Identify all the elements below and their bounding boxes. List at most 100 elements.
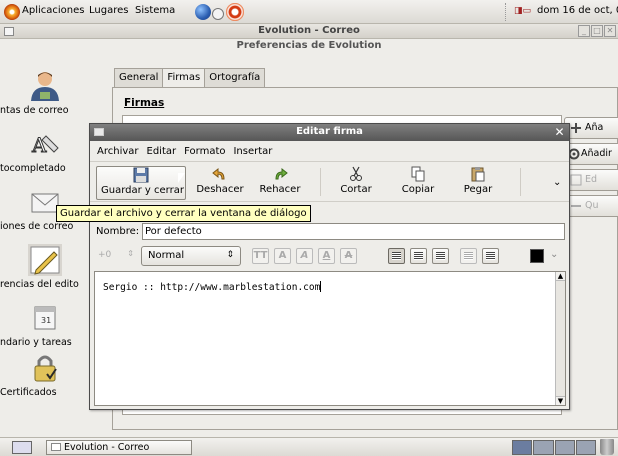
mail-accounts-icon xyxy=(31,72,59,101)
undo-label: Deshacer xyxy=(196,184,244,195)
sidebar-item-autocomplete[interactable]: A tocompletado xyxy=(0,128,90,175)
svg-text:31: 31 xyxy=(41,316,51,325)
save-close-button[interactable]: Guardar y cerrar xyxy=(96,166,186,200)
menu-system[interactable]: Sistema xyxy=(135,5,175,16)
tab-general[interactable]: General xyxy=(114,68,164,88)
paragraph-style-select[interactable]: Normal ⇕ xyxy=(141,246,241,266)
web-browser-icon[interactable] xyxy=(195,4,211,20)
show-desktop-icon[interactable] xyxy=(12,441,32,454)
calendar-icon: 31 xyxy=(34,306,56,330)
teletype-icon[interactable]: TT xyxy=(252,248,269,264)
font-size-spinner[interactable]: +0 ⇕ xyxy=(96,247,136,265)
dialog-toolbar: Guardar y cerrar Deshacer Rehacer Cortar… xyxy=(90,161,569,202)
sidebar-item-calendar[interactable]: 31 ndario y tareas xyxy=(0,302,90,348)
signatures-heading: Firmas xyxy=(124,97,164,109)
signature-name-input[interactable] xyxy=(142,223,565,240)
signature-editor[interactable]: Sergio :: http://www.marblestation.com ▲… xyxy=(94,271,566,406)
taskbar-label: Evolution - Correo xyxy=(64,442,150,453)
editor-scrollbar[interactable]: ▲ ▼ xyxy=(555,272,565,405)
paste-label: Pegar xyxy=(463,184,493,195)
italic-icon[interactable]: A xyxy=(296,248,313,264)
edit-signature-button[interactable]: Ed xyxy=(564,169,618,191)
paste-icon xyxy=(471,167,485,182)
indent-icon[interactable] xyxy=(482,248,499,264)
sidebar-item-label: rencias del edito xyxy=(0,279,79,290)
undo-icon xyxy=(212,167,225,180)
align-center-icon[interactable] xyxy=(410,248,427,264)
copy-button[interactable]: Copiar xyxy=(398,166,438,200)
add-script-button[interactable]: Añadir xyxy=(564,143,618,165)
menu-file[interactable]: Archivar xyxy=(97,144,139,160)
add-icon xyxy=(571,123,581,133)
font-size-value: +0 xyxy=(98,250,112,260)
menu-places[interactable]: Lugares xyxy=(89,5,128,16)
cut-button[interactable]: Cortar xyxy=(336,166,376,200)
spin-icon: ⇕ xyxy=(226,250,234,260)
autocomplete-icon: A xyxy=(31,133,59,158)
panel-clock[interactable]: dom 16 de oct, 08:09 xyxy=(537,5,618,16)
bg-window-titlebar: Evolution - Correo _ □ ✕ xyxy=(0,24,618,39)
edit-icon xyxy=(570,174,582,186)
text-color-swatch[interactable] xyxy=(530,249,544,263)
workspace-4[interactable] xyxy=(575,440,596,455)
paste-button[interactable]: Pegar xyxy=(458,166,498,200)
bg-window-title: Evolution - Correo xyxy=(258,25,360,36)
undo-button[interactable]: Deshacer xyxy=(194,166,246,200)
strikethrough-icon[interactable]: A xyxy=(340,248,357,264)
remove-signature-button[interactable]: Qu xyxy=(564,195,618,217)
workspace-switcher[interactable] xyxy=(512,440,596,455)
redo-button[interactable]: Rehacer xyxy=(256,166,304,200)
menu-insert[interactable]: Insertar xyxy=(233,144,272,160)
mouse-cursor xyxy=(178,173,185,183)
remove-icon xyxy=(571,205,581,207)
close-icon[interactable]: ✕ xyxy=(553,126,566,139)
trash-icon[interactable] xyxy=(600,439,614,455)
top-panel: Aplicaciones Lugares Sistema ◨▭ dom 16 d… xyxy=(0,0,618,24)
clock-icon[interactable] xyxy=(212,8,224,20)
tab-signatures[interactable]: Firmas xyxy=(162,68,206,89)
signature-text[interactable]: Sergio :: http://www.marblestation.com xyxy=(103,281,322,293)
unindent-icon[interactable] xyxy=(460,248,477,264)
edit-signature-label: Ed xyxy=(585,174,598,185)
align-left-icon[interactable] xyxy=(388,248,405,264)
workspace-3[interactable] xyxy=(554,440,575,455)
preferences-tabs: General Firmas Ortografía xyxy=(114,68,266,89)
menu-format[interactable]: Formato xyxy=(184,144,225,160)
sidebar-item-label: iones de correo xyxy=(0,221,74,232)
bold-icon[interactable]: A xyxy=(274,248,291,264)
sidebar-item-label: Certificados xyxy=(0,387,57,398)
gnome-foot-icon[interactable] xyxy=(4,4,20,20)
close-icon[interactable]: ✕ xyxy=(604,25,616,37)
cut-icon xyxy=(350,166,362,181)
sidebar-item-mail-accounts[interactable]: ntas de correo xyxy=(0,70,90,116)
tab-spelling[interactable]: Ortografía xyxy=(204,68,266,88)
toolbar-separator xyxy=(320,168,321,196)
chevron-down-icon[interactable]: ⌄ xyxy=(550,249,558,260)
workspace-1[interactable] xyxy=(512,440,533,455)
scroll-down-icon[interactable]: ▼ xyxy=(556,396,565,405)
bottom-panel: Evolution - Correo xyxy=(0,437,618,456)
help-icon[interactable] xyxy=(226,3,244,21)
save-close-label: Guardar y cerrar xyxy=(101,185,184,196)
maximize-icon[interactable]: □ xyxy=(591,25,603,37)
name-label: Nombre: xyxy=(96,226,140,237)
align-right-icon[interactable] xyxy=(432,248,449,264)
minimize-icon[interactable]: _ xyxy=(578,25,590,37)
redo-label: Rehacer xyxy=(259,184,301,195)
toolbar-overflow-icon[interactable]: ⌄ xyxy=(553,177,561,188)
workspace-2[interactable] xyxy=(533,440,554,455)
menu-edit[interactable]: Editar xyxy=(147,144,177,160)
menu-applications[interactable]: Aplicaciones xyxy=(22,5,84,16)
scroll-up-icon[interactable]: ▲ xyxy=(556,272,565,281)
network-icon[interactable]: ◨▭ xyxy=(514,6,532,18)
sidebar-item-certificates[interactable]: Certificados xyxy=(0,352,90,398)
add-signature-button[interactable]: Aña xyxy=(564,117,618,139)
text-caret xyxy=(320,281,322,292)
taskbar-button[interactable]: Evolution - Correo xyxy=(46,440,192,455)
dialog-title: Editar firma xyxy=(296,126,363,137)
underline-icon[interactable]: A xyxy=(318,248,335,264)
sidebar-item-composer-preferences[interactable]: rencias del edito xyxy=(0,244,90,290)
paragraph-style-value: Normal xyxy=(148,250,185,261)
dialog-titlebar: Editar firma ✕ xyxy=(90,124,569,141)
copy-icon xyxy=(411,166,425,182)
